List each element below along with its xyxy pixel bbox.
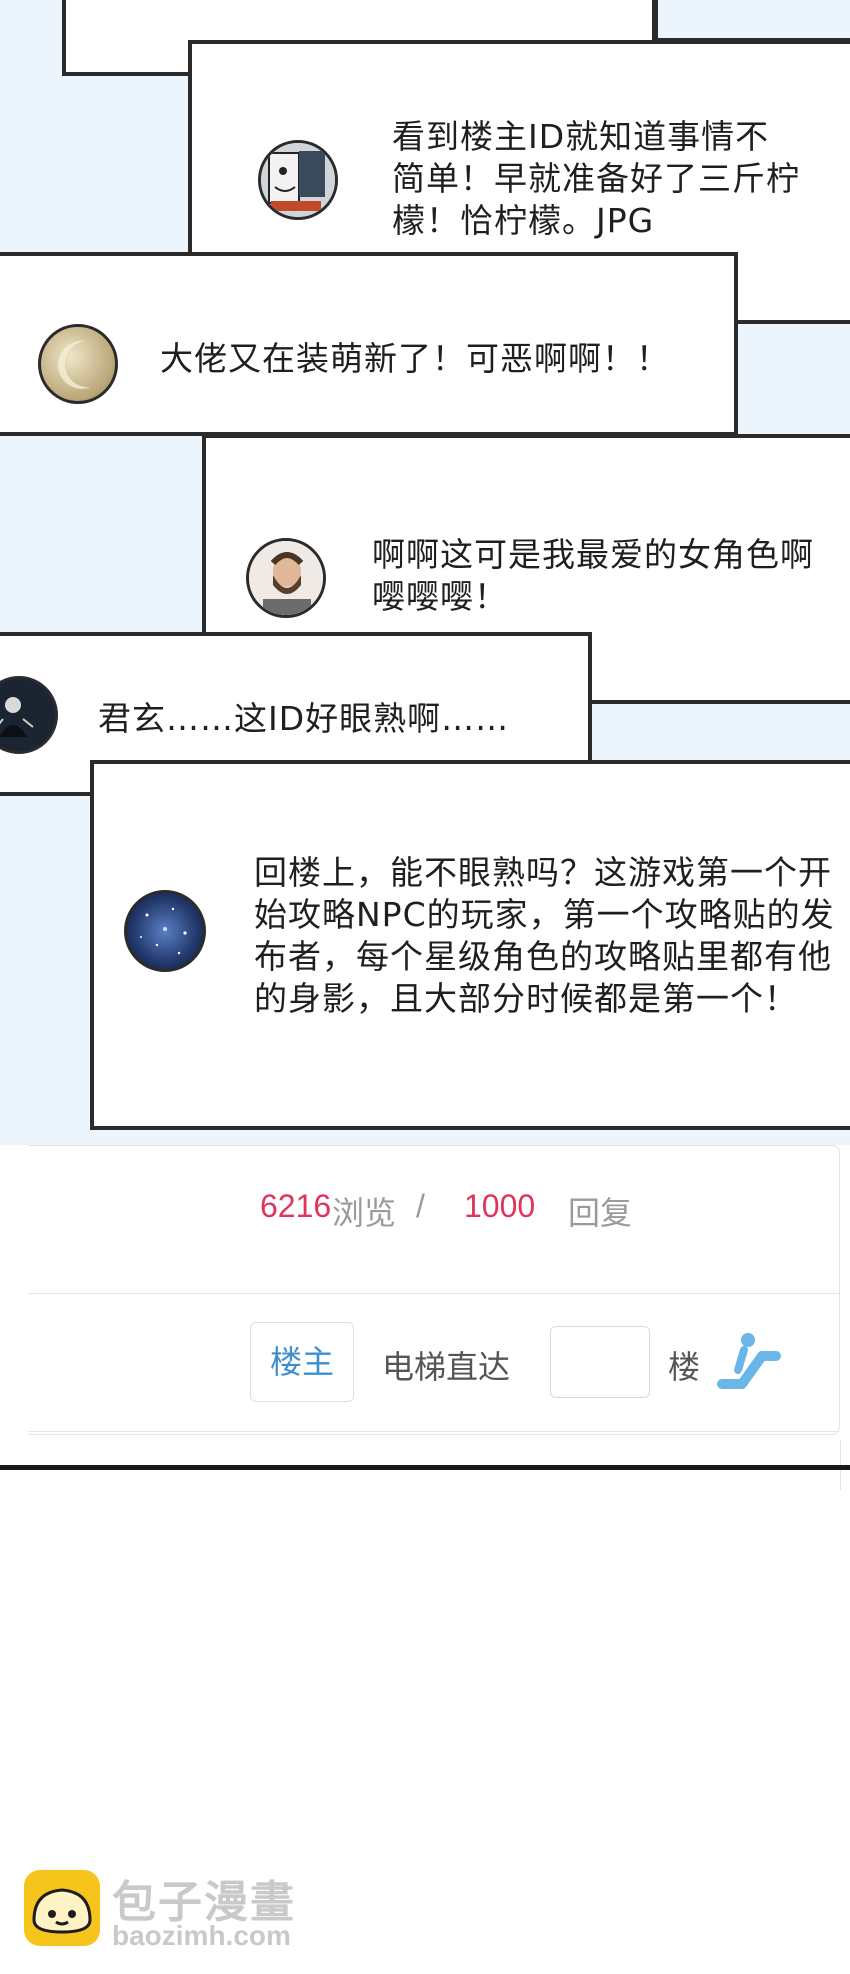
stats-separator: / [416, 1188, 425, 1224]
comic-face-avatar [258, 140, 338, 220]
floor-suffix: 楼 [668, 1349, 701, 1385]
views-label: 浏览 [332, 1195, 397, 1231]
moon-icon [57, 340, 91, 389]
comment-text-1: 看到楼主ID就知道事情不简单！早就准备好了三斤柠檬！恰柠檬。JPG [392, 117, 800, 240]
stats-divider-2 [28, 1431, 839, 1432]
escalator-jump-icon[interactable] [714, 1326, 784, 1396]
views-count: 6216 [260, 1188, 332, 1224]
owner-button[interactable]: 楼主 [250, 1322, 354, 1402]
gold-moon-avatar [38, 324, 118, 404]
bottom-border-line [0, 1465, 850, 1470]
comment-text-2: 大佬又在装萌新了！可恶啊啊！！ [160, 339, 670, 378]
stats-divider-1 [28, 1293, 839, 1294]
figure-icon [0, 679, 55, 751]
floor-input[interactable] [550, 1326, 650, 1398]
post-stats-panel: 6216 浏览 / 1000 回复 楼主 电梯直达 楼 [28, 1145, 840, 1435]
replies-label: 回复 [568, 1195, 633, 1231]
bun-logo-icon [24, 1870, 100, 1946]
watermark-site: baozimh.com [112, 1920, 291, 1951]
watermark: 包子漫畫 baozimh.com [24, 1866, 344, 1952]
person-icon [249, 541, 323, 615]
stars-icon [140, 907, 187, 955]
comic-face-icon [261, 143, 335, 217]
comment-text-3: 啊啊这可是我最爱的女角色啊嘤嘤嘤！ [372, 535, 814, 616]
comment-text-4: 君玄……这ID好眼熟啊…… [98, 699, 510, 738]
dark-figure-avatar [0, 676, 58, 754]
comment-box-5: 回楼上，能不眼熟吗？这游戏第一个开始攻略NPC的玩家，第一个攻略贴的发布者，每个… [90, 760, 850, 1130]
replies-count: 1000 [464, 1188, 536, 1224]
elevator-label: 电梯直达 [382, 1349, 511, 1385]
comment-text-5: 回楼上，能不眼熟吗？这游戏第一个开始攻略NPC的玩家，第一个攻略贴的发布者，每个… [254, 853, 835, 1018]
owner-button-label: 楼主 [269, 1344, 334, 1380]
bearded-man-avatar [246, 538, 326, 618]
galaxy-avatar [124, 890, 206, 972]
partial-side-box [654, 0, 850, 42]
comment-box-2: 大佬又在装萌新了！可恶啊啊！！ [0, 252, 738, 436]
